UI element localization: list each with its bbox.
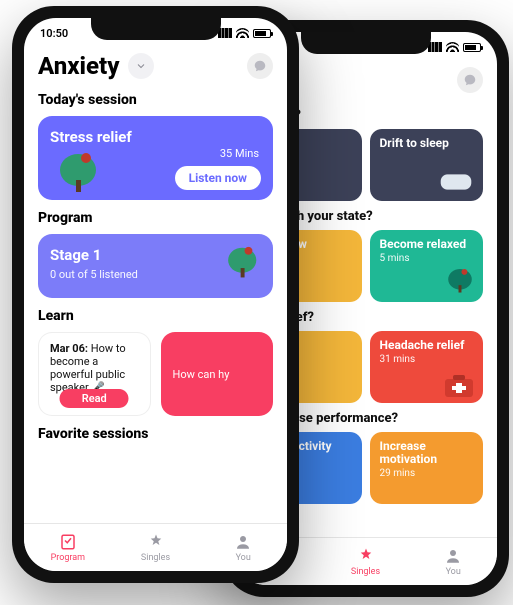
session-duration: 35 Mins [220,147,259,160]
content[interactable]: Today's session Stress relief 35 Mins Li… [24,86,287,523]
tree-icon [445,266,475,298]
firstaid-icon [443,373,475,399]
section-learn: Learn [38,308,273,324]
learn-row: Mar 06: How to become a powerful public … [38,332,273,416]
signal-icon [428,42,442,52]
header: Anxiety [24,48,287,86]
singles-icon [147,533,165,551]
user-icon [444,547,462,565]
chat-button[interactable] [247,53,273,79]
tree-icon [225,244,261,278]
tree-icon [56,150,102,192]
tab-singles[interactable]: Singles [322,538,410,585]
status-right [428,42,481,52]
listen-now-button[interactable]: Listen now [175,166,261,190]
learn-tip-card[interactable]: How can hy [161,332,274,416]
page-title: Anxiety [38,52,120,80]
card-relaxed[interactable]: Become relaxed 5 mins [370,230,484,302]
pillow-icon [439,169,473,195]
category-dropdown[interactable] [128,53,154,79]
chevron-down-icon [135,60,147,72]
tab-program[interactable]: Program [24,524,112,571]
wifi-icon [236,28,249,38]
notch [91,18,221,40]
wifi-icon [446,42,459,52]
screen: 10:50 Anxiety Today's session Stress rel… [24,18,287,571]
tab-bar: Program Singles You [24,523,287,571]
learn-article-card[interactable]: Mar 06: How to become a powerful public … [38,332,151,416]
program-icon [59,533,77,551]
battery-icon [463,43,481,52]
tab-you[interactable]: You [409,538,497,585]
program-card[interactable]: Stage 1 0 out of 5 listened [38,234,273,298]
tab-singles[interactable]: Singles [112,524,200,571]
today-session-card[interactable]: Stress relief 35 Mins Listen now [38,116,273,200]
read-button[interactable]: Read [60,389,129,408]
section-favorites: Favorite sessions [38,426,273,442]
chat-icon [253,59,267,73]
card-sleep-2[interactable]: Drift to sleep [370,129,484,201]
phone-left: 10:50 Anxiety Today's session Stress rel… [12,6,299,583]
signal-icon [218,28,232,38]
chat-icon [463,73,477,87]
tab-you[interactable]: You [199,524,287,571]
section-program: Program [38,210,273,226]
section-today: Today's session [38,92,273,108]
status-time: 10:50 [40,27,68,40]
chat-button[interactable] [457,67,483,93]
battery-icon [253,29,271,38]
card-motivation[interactable]: Increase motivation 29 mins [370,432,484,504]
card-headache[interactable]: Headache relief 31 mins [370,331,484,403]
status-right [218,28,271,38]
notch [301,32,431,54]
singles-icon [357,547,375,565]
user-icon [234,533,252,551]
